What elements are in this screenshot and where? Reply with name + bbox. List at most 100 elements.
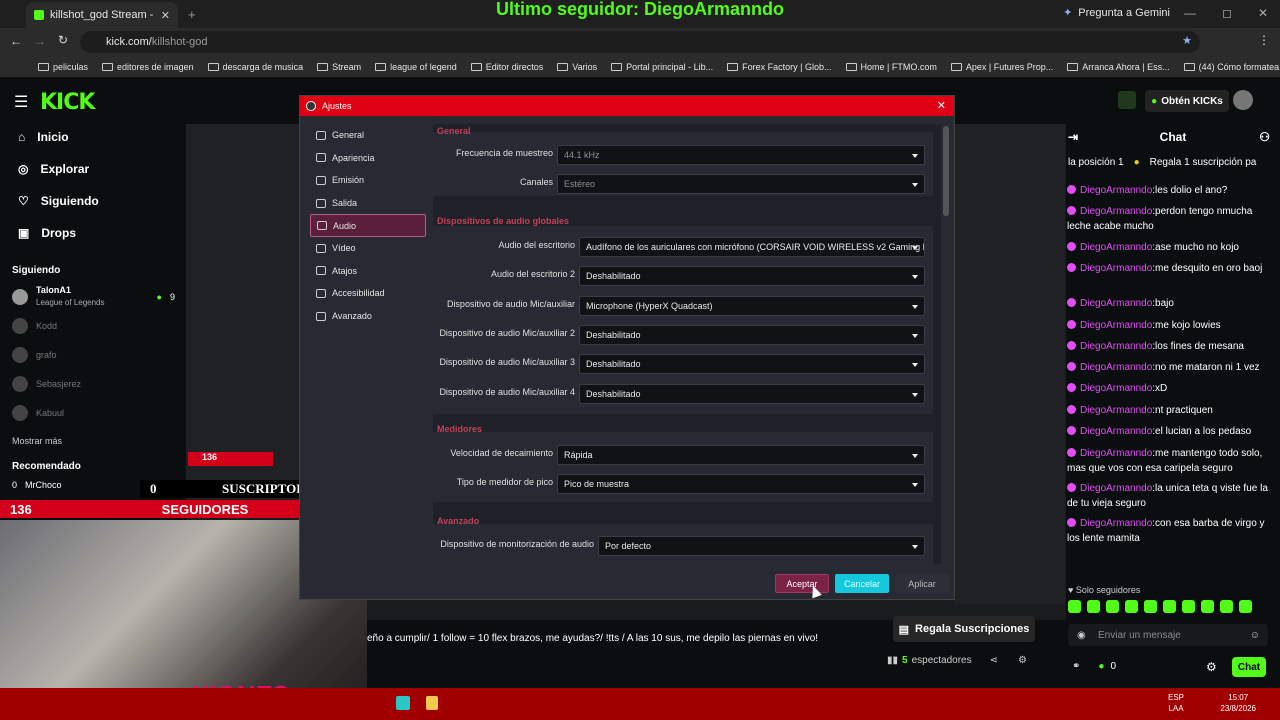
- bookmark-item[interactable]: Home | FTMO.com: [845, 62, 937, 72]
- bookmark-item[interactable]: peliculas: [38, 62, 88, 72]
- settings-nav-audio[interactable]: Audio: [310, 214, 426, 237]
- close-dialog-icon[interactable]: ✕: [937, 99, 946, 112]
- settings-nav-broadcast[interactable]: Emisión: [310, 169, 426, 192]
- settings-nav-general[interactable]: General: [310, 124, 426, 147]
- settings-nav-appearance[interactable]: Apariencia: [310, 147, 426, 170]
- bookmark-item[interactable]: Forex Factory | Glob...: [727, 62, 832, 72]
- chat-input[interactable]: ◉ Enviar un mensaje ☺: [1068, 624, 1268, 646]
- get-kicks-button[interactable]: ● Obtén KICKs: [1145, 90, 1229, 112]
- collapse-chat-icon[interactable]: ⇥: [1068, 130, 1078, 144]
- settings-scrollbar[interactable]: [943, 126, 949, 216]
- emote-icon[interactable]: [1125, 600, 1138, 613]
- kick-logo[interactable]: KICK: [40, 90, 95, 115]
- store-icon[interactable]: [1118, 91, 1136, 109]
- language-indicator[interactable]: ESP LAA: [1168, 692, 1184, 714]
- emote-icon[interactable]: [1239, 600, 1252, 613]
- settings-nav-hotkeys[interactable]: Atajos: [310, 260, 426, 283]
- chat-username[interactable]: DiegoArmanndo: [1080, 242, 1152, 253]
- emote-icon[interactable]: [1106, 600, 1119, 613]
- device-select[interactable]: Deshabilitado: [579, 354, 925, 375]
- emote-icon[interactable]: [1201, 600, 1214, 613]
- chat-username[interactable]: DiegoArmanndo: [1080, 263, 1152, 274]
- channels-select[interactable]: Estéreo: [557, 174, 925, 194]
- taskbar-app-icon[interactable]: [396, 696, 410, 710]
- bookmark-item[interactable]: editores de imagen: [102, 62, 194, 72]
- nav-siguiendo[interactable]: ♡ Siguiendo: [18, 194, 99, 208]
- emote-icon[interactable]: [1144, 600, 1157, 613]
- sample-rate-select[interactable]: 44.1 kHz: [557, 145, 925, 165]
- chat-username[interactable]: DiegoArmanndo: [1080, 483, 1152, 494]
- chat-settings-icon[interactable]: ⚙: [1206, 660, 1217, 674]
- monitor-select[interactable]: Por defecto: [598, 536, 925, 556]
- settings-nav-video[interactable]: Vídeo: [310, 237, 426, 260]
- taskbar-app-icon[interactable]: [426, 696, 438, 710]
- followed-channel[interactable]: Kodd: [12, 318, 57, 334]
- apply-button[interactable]: Aplicar: [895, 574, 949, 593]
- emote-picker-icon[interactable]: ◉: [1077, 630, 1086, 641]
- emote-icon[interactable]: [1087, 600, 1100, 613]
- emote-icon[interactable]: [1068, 600, 1081, 613]
- cancel-button[interactable]: Cancelar: [835, 574, 889, 593]
- nav-drops[interactable]: ▣ Drops: [18, 226, 76, 240]
- send-chat-button[interactable]: Chat: [1232, 657, 1266, 677]
- chat-users-icon[interactable]: ⚇: [1259, 130, 1270, 144]
- users-icon[interactable]: ⚭: [1072, 661, 1080, 672]
- chat-username[interactable]: DiegoArmanndo: [1080, 405, 1152, 416]
- bookmark-item[interactable]: Arranca Ahora | Ess...: [1067, 62, 1170, 72]
- device-select[interactable]: Deshabilitado: [579, 324, 925, 345]
- chat-username[interactable]: DiegoArmanndo: [1080, 518, 1152, 529]
- chat-username[interactable]: DiegoArmanndo: [1080, 426, 1152, 437]
- bookmark-item[interactable]: Portal principal - Lib...: [611, 62, 713, 72]
- emote-icon[interactable]: [1182, 600, 1195, 613]
- menu-icon[interactable]: ⋮: [1258, 33, 1270, 47]
- user-avatar[interactable]: [1233, 90, 1253, 110]
- chat-username[interactable]: DiegoArmanndo: [1080, 320, 1152, 331]
- chat-username[interactable]: DiegoArmanndo: [1080, 383, 1152, 394]
- bookmark-star-icon[interactable]: ★: [1182, 34, 1192, 47]
- device-select[interactable]: Microphone (HyperX Quadcast): [579, 295, 925, 316]
- url-input[interactable]: kick.com/killshot-god ★: [80, 31, 1200, 53]
- bookmark-item[interactable]: (44) Cómo formatea...: [1183, 62, 1280, 72]
- followed-channel[interactable]: TalonA1 League of Legends ● 9: [12, 284, 175, 309]
- bookmark-item[interactable]: Stream: [317, 62, 361, 72]
- bookmark-item[interactable]: descarga de musica: [207, 62, 303, 72]
- back-icon[interactable]: ←: [10, 34, 22, 48]
- share-icon[interactable]: ⋖: [990, 655, 998, 666]
- emote-icon[interactable]: [1163, 600, 1176, 613]
- chat-username[interactable]: DiegoArmanndo: [1080, 362, 1152, 373]
- decay-select[interactable]: Rápida: [557, 445, 925, 465]
- chat-username[interactable]: DiegoArmanndo: [1080, 185, 1152, 196]
- followed-channel[interactable]: Kabuul: [12, 405, 64, 421]
- hamburger-icon[interactable]: ☰: [14, 92, 28, 112]
- followed-channel[interactable]: grafo: [12, 347, 57, 363]
- bookmark-item[interactable]: Varios: [557, 62, 597, 72]
- followed-channel[interactable]: Sebasjerez: [12, 376, 81, 392]
- chat-username[interactable]: DiegoArmanndo: [1080, 448, 1152, 459]
- device-select[interactable]: Deshabilitado: [579, 266, 925, 287]
- settings-nav-advanced[interactable]: Avanzado: [310, 305, 426, 328]
- chat-username[interactable]: DiegoArmanndo: [1080, 298, 1152, 309]
- emote-icon[interactable]: [1220, 600, 1233, 613]
- chat-username[interactable]: DiegoArmanndo: [1080, 206, 1152, 217]
- peak-select[interactable]: Pico de muestra: [557, 474, 925, 494]
- bookmark-item[interactable]: Editor directos: [470, 62, 543, 72]
- settings-nav-accessibility[interactable]: Accesibilidad: [310, 282, 426, 305]
- forward-icon[interactable]: →: [34, 34, 46, 48]
- nav-explorar[interactable]: ◎ Explorar: [18, 162, 89, 176]
- device-select[interactable]: Audífono de los auriculares con micrófon…: [579, 237, 925, 257]
- reload-icon[interactable]: ↻: [58, 33, 68, 47]
- taskbar-clock[interactable]: 15:07 23/8/2026: [1220, 692, 1256, 714]
- emoji-icon[interactable]: ☺: [1250, 630, 1260, 641]
- show-more-link[interactable]: Mostrar más: [12, 436, 62, 446]
- bookmark-item[interactable]: Apex | Futures Prop...: [950, 62, 1053, 72]
- accept-button[interactable]: Aceptar: [775, 574, 829, 593]
- nav-inicio[interactable]: ⌂ Inicio: [18, 130, 69, 144]
- close-window-icon[interactable]: ✕: [1258, 6, 1268, 20]
- settings-icon[interactable]: ⚙: [1018, 655, 1027, 666]
- restore-icon[interactable]: ◻: [1222, 6, 1232, 20]
- device-select[interactable]: Deshabilitado: [579, 383, 925, 404]
- bookmark-item[interactable]: league of legend: [375, 62, 457, 72]
- settings-nav-output[interactable]: Salida: [310, 192, 426, 215]
- chat-username[interactable]: DiegoArmanndo: [1080, 341, 1152, 352]
- gift-subs-button[interactable]: ▤ Regala Suscripciones: [893, 616, 1035, 642]
